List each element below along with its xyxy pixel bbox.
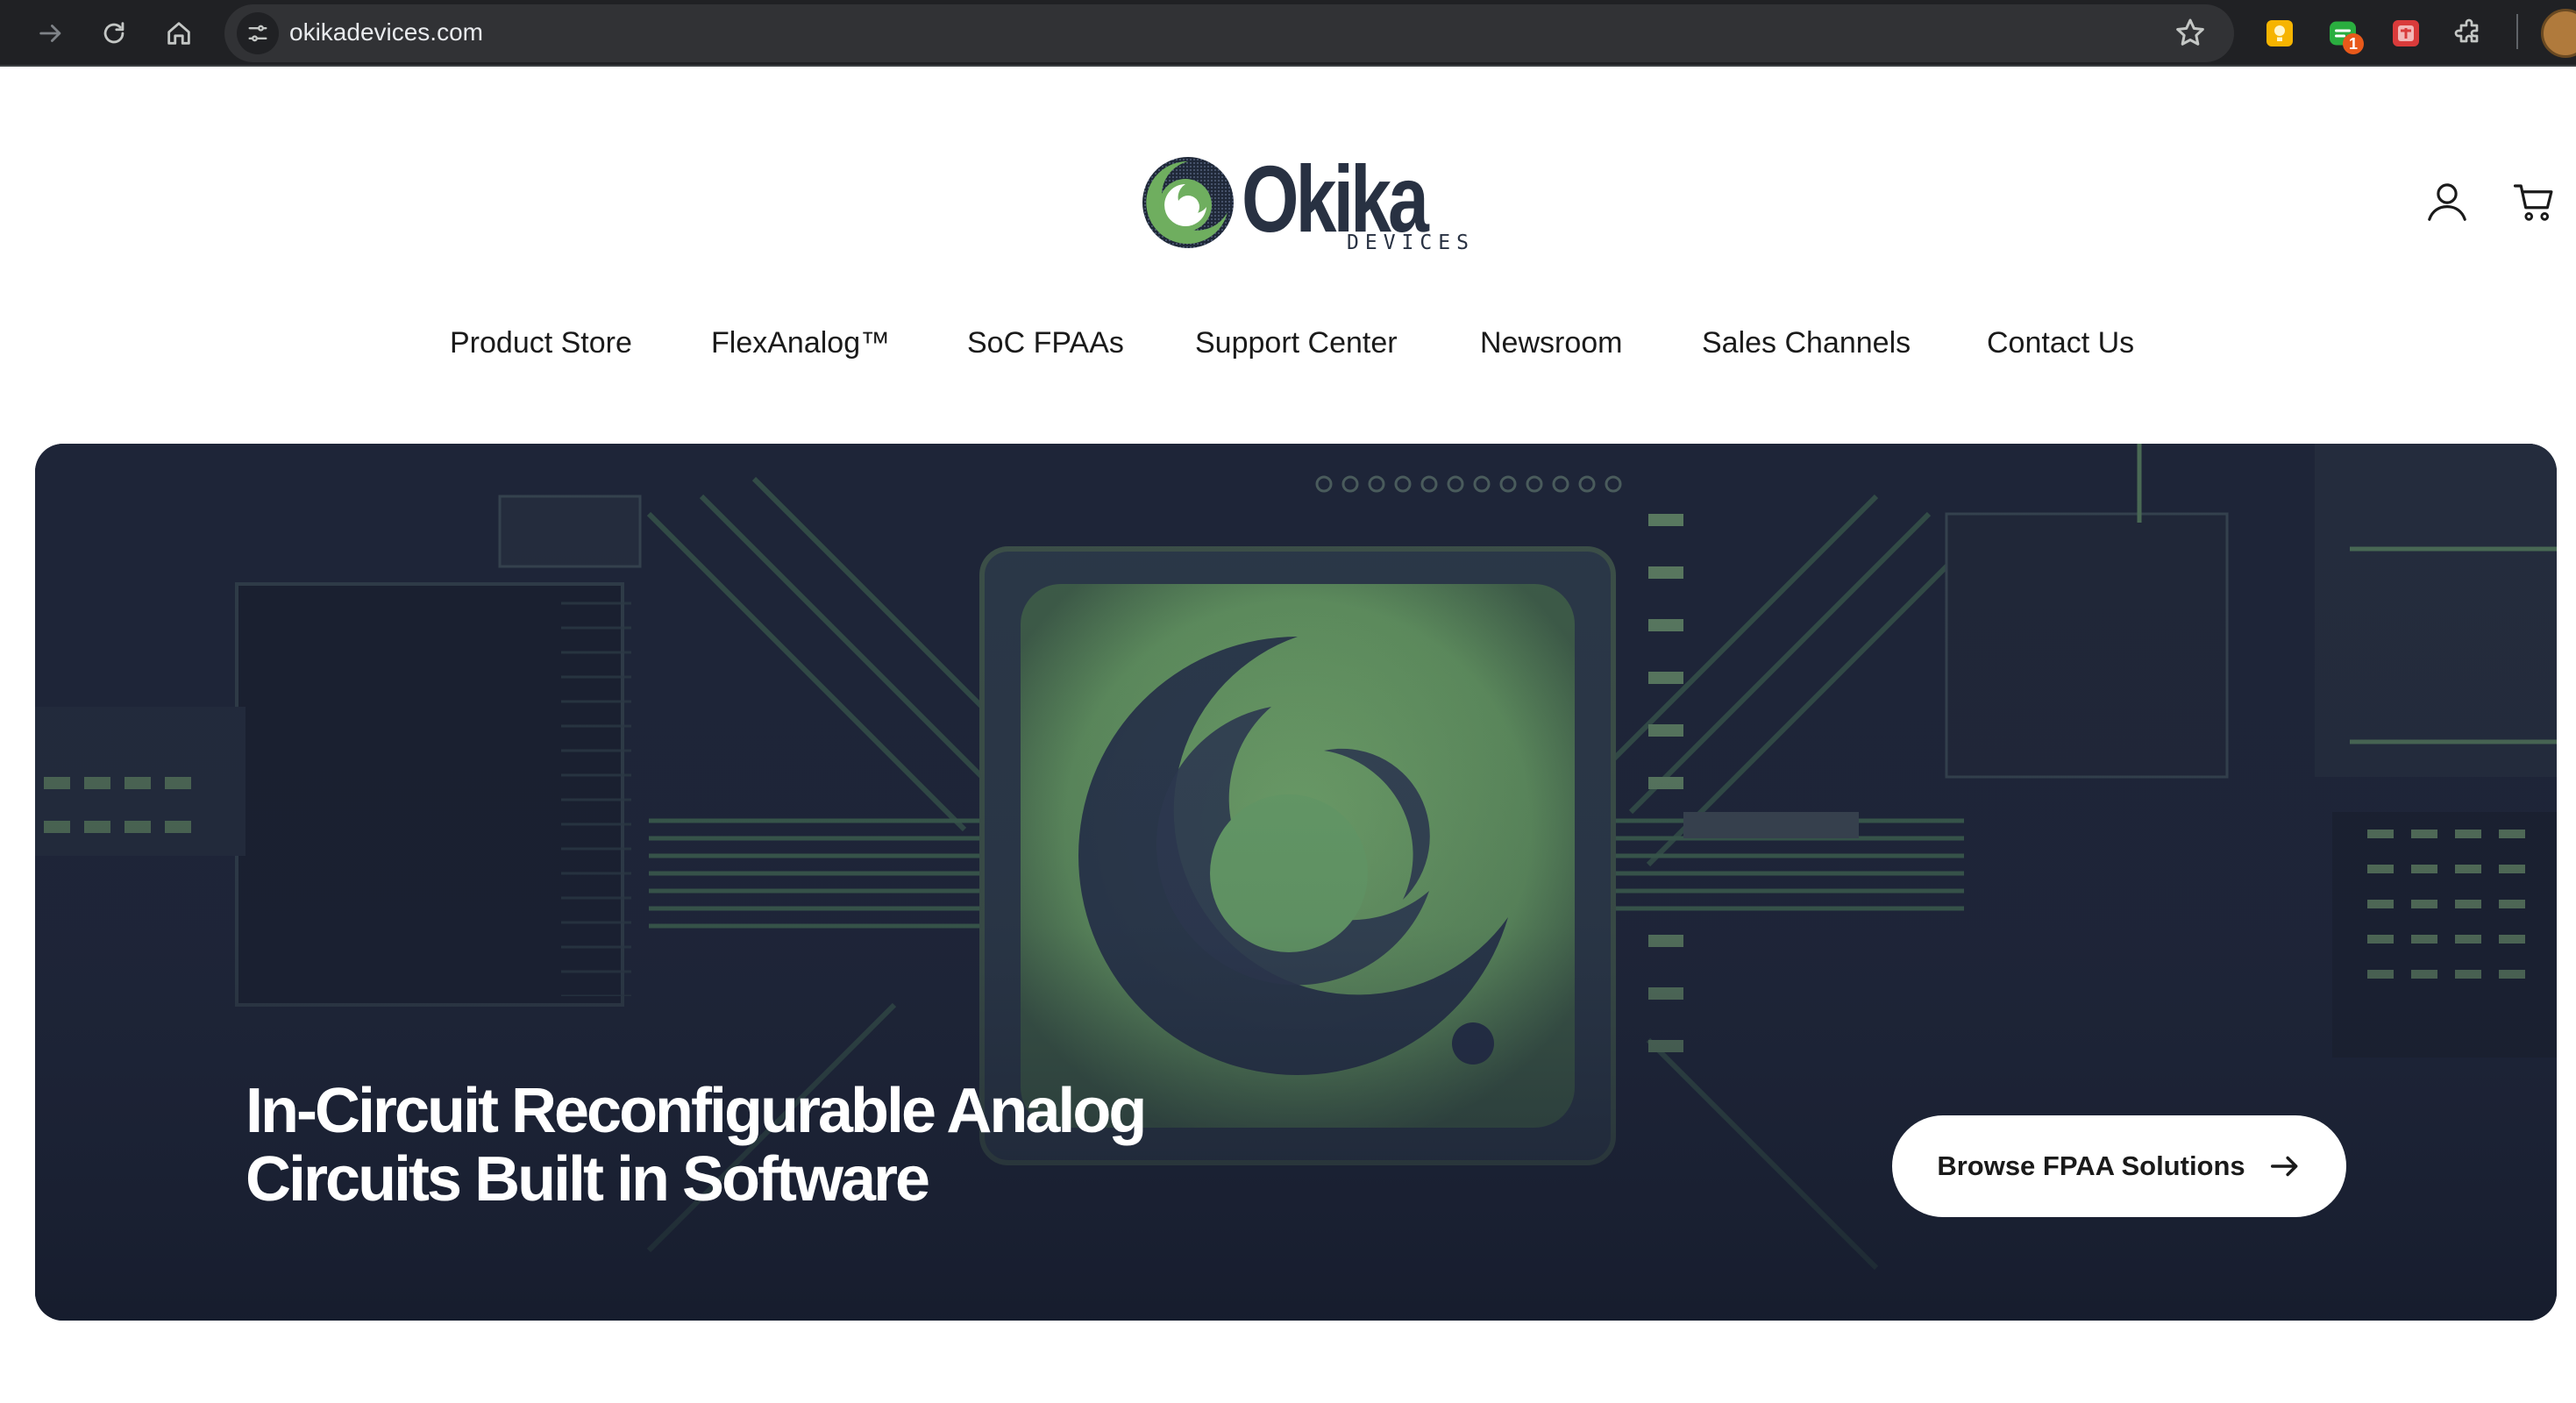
okika-swirl-logo-icon bbox=[1142, 157, 1234, 248]
nav-contact-us[interactable]: Contact Us bbox=[1987, 326, 2134, 360]
hero-banner: In-Circuit Reconfigurable Analog Circuit… bbox=[35, 444, 2557, 1321]
cta-label: Browse FPAA Solutions bbox=[1937, 1150, 2245, 1181]
reload-icon bbox=[103, 22, 125, 44]
extension-red[interactable] bbox=[2385, 12, 2427, 54]
bookmark-star-icon[interactable] bbox=[2173, 16, 2208, 51]
profile-avatar[interactable] bbox=[2541, 9, 2576, 58]
logo-subtitle: DEVICES bbox=[1347, 231, 1475, 254]
toolbar-divider bbox=[2516, 14, 2518, 49]
hero-headline-line-1: In-Circuit Reconfigurable Analog bbox=[246, 1076, 1147, 1146]
reload-button[interactable] bbox=[89, 9, 139, 58]
extensions-menu-button[interactable] bbox=[2448, 12, 2490, 54]
browse-fpaa-solutions-button[interactable]: Browse FPAA Solutions bbox=[1892, 1115, 2346, 1217]
nav-soc-fpaas[interactable]: SoC FPAAs bbox=[967, 326, 1124, 360]
site-info-button[interactable] bbox=[237, 12, 279, 54]
tune-icon bbox=[248, 25, 267, 42]
home-icon bbox=[167, 22, 190, 45]
cart-icon[interactable] bbox=[2511, 178, 2558, 225]
extension-badge: 1 bbox=[2343, 33, 2364, 54]
home-button[interactable] bbox=[154, 9, 203, 58]
extension-notes[interactable] bbox=[2259, 12, 2301, 54]
hero-headline-line-2: Circuits Built in Software bbox=[246, 1144, 930, 1214]
puzzle-icon bbox=[2454, 18, 2479, 43]
main-navigation: Product Store FlexAnalog™ SoC FPAAs Supp… bbox=[0, 326, 2576, 379]
forward-button[interactable] bbox=[26, 9, 75, 58]
browser-toolbar: okikadevices.com 1 bbox=[0, 0, 2576, 67]
nav-product-store[interactable]: Product Store bbox=[450, 326, 632, 360]
lightbulb-extension-icon bbox=[2266, 20, 2293, 46]
account-icon[interactable] bbox=[2423, 178, 2471, 225]
arrow-forward-icon bbox=[39, 25, 61, 42]
nav-newsroom[interactable]: Newsroom bbox=[1480, 326, 1622, 360]
site-logo[interactable]: Okika DEVICES bbox=[1140, 146, 1469, 259]
address-bar[interactable]: okikadevices.com bbox=[224, 4, 2234, 62]
extension-chat[interactable]: 1 bbox=[2322, 12, 2364, 54]
nav-sales-channels[interactable]: Sales Channels bbox=[1702, 326, 1911, 360]
nav-support-center[interactable]: Support Center bbox=[1195, 326, 1398, 360]
translate-extension-icon bbox=[2393, 20, 2419, 46]
arrow-right-icon bbox=[2270, 1156, 2298, 1177]
url-text: okikadevices.com bbox=[289, 18, 483, 46]
nav-flexanalog[interactable]: FlexAnalog™ bbox=[711, 326, 890, 360]
hero-headline: In-Circuit Reconfigurable Analog Circuit… bbox=[246, 1077, 1385, 1214]
